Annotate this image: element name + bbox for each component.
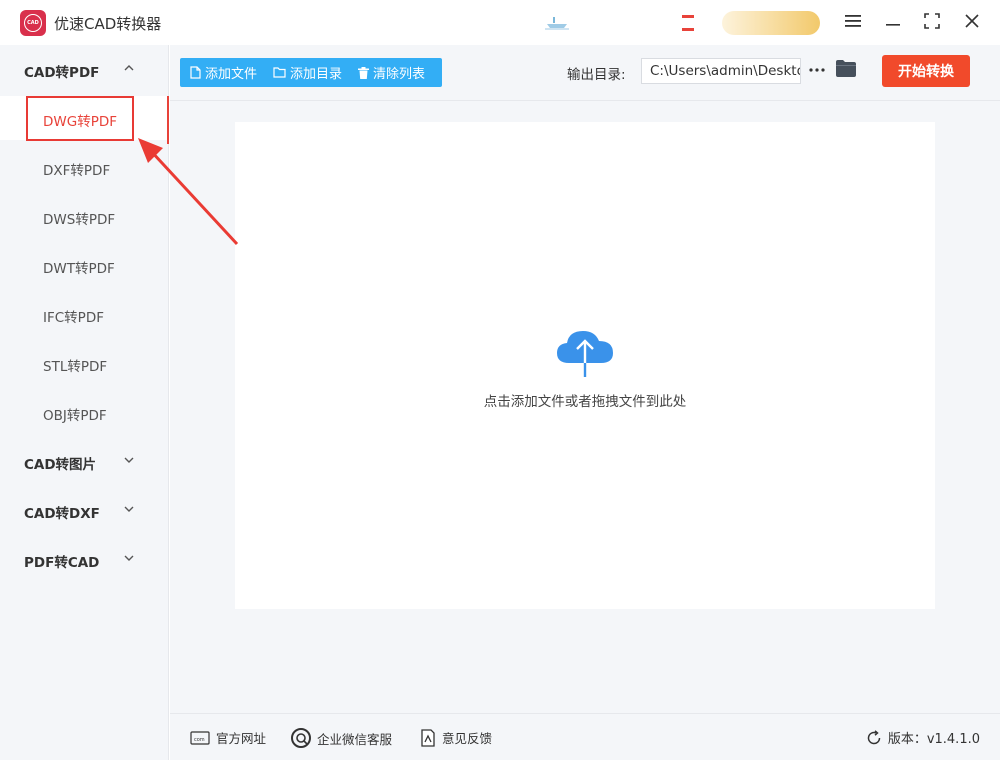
sidebar-item-label: OBJ转PDF (43, 408, 107, 424)
app-logo: CAD (20, 10, 46, 36)
app-logo-text: CAD (24, 14, 42, 32)
sidebar-item-dxf-to-pdf[interactable]: DXF转PDF (0, 145, 169, 189)
file-drop-area[interactable]: 点击添加文件或者拖拽文件到此处 (235, 122, 935, 609)
wechat-service-link[interactable]: 企业微信客服 (291, 728, 392, 748)
gift-icon[interactable] (680, 13, 696, 33)
sidebar-item-stl-to-pdf[interactable]: STL转PDF (0, 341, 169, 385)
sidebar-group-label: CAD转PDF (24, 65, 100, 81)
trash-icon (358, 66, 370, 79)
ship-icon (545, 17, 569, 30)
chevron-down-icon (124, 457, 134, 463)
sidebar-item-label: DWS转PDF (43, 212, 116, 228)
clear-list-button[interactable]: 清除列表 (342, 58, 425, 87)
sidebar-item-dwt-to-pdf[interactable]: DWT转PDF (0, 243, 169, 287)
refresh-icon[interactable] (866, 729, 882, 746)
start-convert-button[interactable]: 开始转换 (882, 55, 970, 87)
wechat-service-label: 企业微信客服 (317, 731, 393, 747)
sidebar-item-label: IFC转PDF (43, 310, 104, 326)
highlight-box (26, 96, 134, 141)
menu-icon[interactable] (842, 10, 864, 32)
feedback-icon (420, 728, 436, 747)
sidebar-item-obj-to-pdf[interactable]: OBJ转PDF (0, 390, 169, 434)
output-dir-field[interactable]: C:\Users\admin\Deskto (641, 58, 801, 84)
sidebar-item-label: DXF转PDF (43, 163, 111, 179)
sidebar-group-cad-to-dxf[interactable]: CAD转DXF (0, 490, 169, 530)
official-website-label: 官方网址 (216, 731, 267, 746)
file-button-group: 添加文件 添加目录 清除列表 (180, 58, 442, 87)
chevron-down-icon (124, 555, 134, 561)
chevron-down-icon (124, 506, 134, 512)
website-icon: com (190, 730, 210, 745)
output-dir-label: 输出目录: (567, 67, 626, 83)
sidebar-group-cad-to-image[interactable]: CAD转图片 (0, 441, 169, 481)
drop-area-text: 点击添加文件或者拖拽文件到此处 (483, 394, 687, 410)
sidebar-group-label: CAD转DXF (24, 506, 100, 522)
main-panel: 添加文件 添加目录 清除列表 输出目录: C:\Users\admin\Desk… (170, 45, 1000, 760)
toolbar: 添加文件 添加目录 清除列表 输出目录: C:\Users\admin\Desk… (170, 45, 1000, 101)
active-indicator (167, 96, 169, 144)
sidebar: CAD转PDF DWG转PDF DXF转PDF DWS转PDF DWT转PDF … (0, 45, 169, 760)
official-website-link[interactable]: com 官方网址 (190, 728, 266, 747)
add-folder-label: 添加目录 (290, 67, 343, 82)
upload-cloud-icon (557, 331, 613, 377)
add-file-button[interactable]: 添加文件 (180, 58, 257, 87)
add-folder-button[interactable]: 添加目录 (257, 58, 342, 87)
vip-badge[interactable] (722, 11, 820, 35)
app-title: 优速CAD转换器 (54, 15, 162, 33)
add-file-label: 添加文件 (205, 67, 258, 82)
clear-list-label: 清除列表 (373, 67, 426, 82)
chat-icon (291, 728, 311, 748)
feedback-link[interactable]: 意见反馈 (420, 728, 492, 747)
version-label: 版本：v1.4.1.0 (887, 732, 980, 747)
sidebar-item-ifc-to-pdf[interactable]: IFC转PDF (0, 292, 169, 336)
sidebar-item-label: DWT转PDF (43, 261, 115, 277)
minimize-icon[interactable] (882, 10, 904, 32)
maximize-icon[interactable] (921, 10, 943, 32)
sidebar-group-cad-to-pdf[interactable]: CAD转PDF (0, 49, 169, 89)
chevron-up-icon (124, 65, 134, 71)
sidebar-group-label: CAD转图片 (24, 457, 97, 473)
sidebar-group-pdf-to-cad[interactable]: PDF转CAD (0, 539, 169, 579)
folder-outline-icon (273, 67, 286, 78)
svg-text:com: com (194, 737, 205, 743)
title-bar: CAD 优速CAD转换器 (0, 0, 1000, 45)
folder-icon[interactable] (836, 60, 856, 81)
sidebar-group-label: PDF转CAD (24, 555, 100, 571)
footer: com 官方网址 企业微信客服 意见反馈 版本：v1.4.1.0 (170, 713, 1000, 760)
sidebar-item-dws-to-pdf[interactable]: DWS转PDF (0, 194, 169, 238)
file-icon (190, 66, 201, 79)
feedback-label: 意见反馈 (442, 731, 493, 746)
version-info: 版本：v1.4.1.0 (866, 728, 980, 747)
close-icon[interactable] (961, 10, 983, 32)
sidebar-item-label: STL转PDF (43, 359, 108, 375)
more-options-button[interactable] (806, 59, 828, 81)
